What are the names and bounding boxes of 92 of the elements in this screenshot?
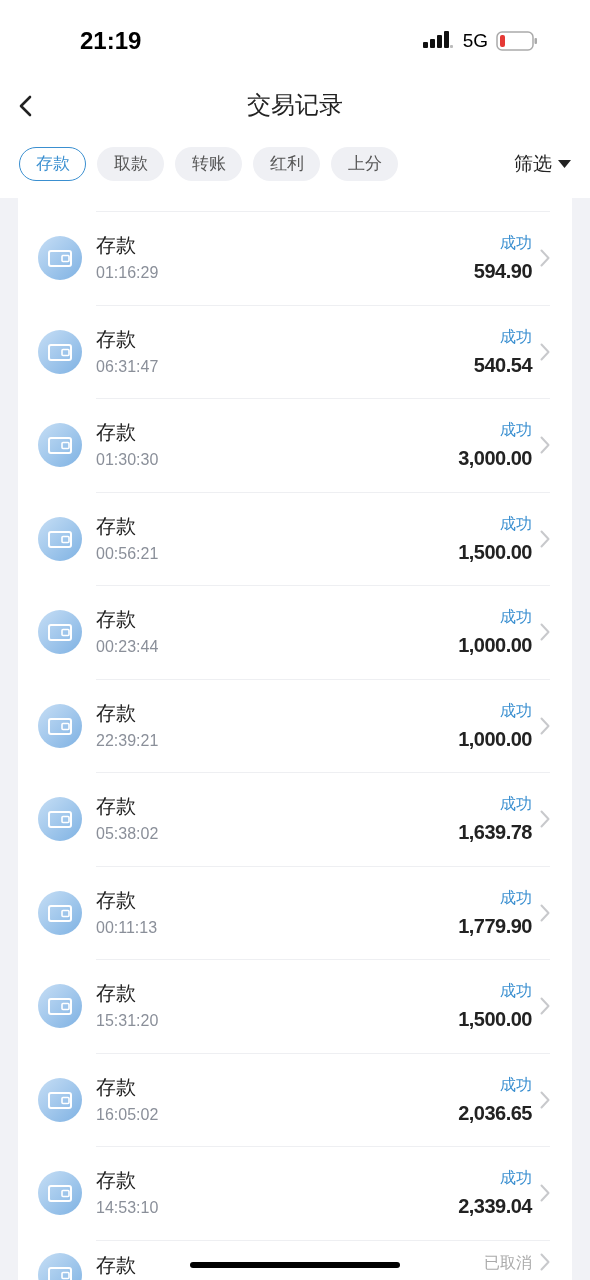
record-amount: 594.90 xyxy=(473,259,532,284)
record-type: 存款 xyxy=(96,981,137,1006)
record-status: 成功 xyxy=(500,1074,532,1095)
record-status: 成功 xyxy=(500,420,532,441)
chevron-icon xyxy=(540,716,550,735)
record-time: 00:56:21 xyxy=(96,543,159,564)
record-amount: 1,500.00 xyxy=(458,539,532,564)
record-type: 存款 xyxy=(96,887,137,912)
wallet-icon xyxy=(38,797,82,842)
record-amount: 540.54 xyxy=(473,352,532,377)
network-label: 5G xyxy=(462,28,488,53)
record-type: 存款 xyxy=(96,233,137,258)
record-status: 成功 xyxy=(500,513,532,534)
wallet-icon xyxy=(38,423,82,468)
wallet-icon xyxy=(38,984,82,1029)
record-status: 成功 xyxy=(500,794,532,815)
record-row[interactable]: 存款 01:16:29 成功 594.90 xyxy=(96,211,550,305)
chevron-icon xyxy=(540,342,550,361)
filter-button[interactable]: 筛选 xyxy=(514,149,571,179)
chevron-icon xyxy=(540,1090,550,1109)
record-status: 成功 xyxy=(500,981,532,1002)
dropdown-icon xyxy=(558,159,571,169)
record-type: 存款 xyxy=(96,326,137,351)
record-time: 05:38:02 xyxy=(96,824,159,845)
record-type: 存款 xyxy=(96,700,137,725)
back-icon[interactable] xyxy=(18,95,32,117)
record-status: 成功 xyxy=(500,326,532,347)
record-type: 存款 xyxy=(96,1252,136,1277)
record-type: 存款 xyxy=(96,420,137,445)
record-amount: 1,779.90 xyxy=(458,913,532,938)
record-status: 已取消 xyxy=(484,1252,532,1273)
chevron-icon xyxy=(540,436,550,455)
wallet-icon xyxy=(38,610,82,655)
wallet-icon xyxy=(38,516,82,561)
chevron-icon xyxy=(540,529,550,548)
record-status: 成功 xyxy=(500,700,532,721)
record-status: 成功 xyxy=(500,887,532,908)
record-row[interactable]: 存款 05:38:02 成功 1,639.78 xyxy=(96,772,550,866)
record-type: 存款 xyxy=(96,794,137,819)
record-time: 14:53:10 xyxy=(96,1198,159,1219)
filter-tab[interactable]: 取款 xyxy=(97,147,164,181)
record-row[interactable]: 存款 06:31:47 成功 540.54 xyxy=(96,304,550,398)
record-type: 存款 xyxy=(96,513,137,538)
chevron-icon xyxy=(540,249,550,268)
record-row[interactable]: 存款 01:30:30 成功 3,000.00 xyxy=(96,398,550,492)
record-amount: 2,339.04 xyxy=(458,1194,532,1219)
record-row[interactable]: 存款 14:53:10 成功 2,339.04 xyxy=(96,1146,550,1240)
record-type: 存款 xyxy=(96,1074,137,1099)
record-row[interactable]: 存款 22:39:21 成功 1,000.00 xyxy=(96,678,550,772)
wallet-icon xyxy=(38,329,82,374)
record-time: 00:11:13 xyxy=(96,917,158,938)
wallet-icon xyxy=(38,703,82,748)
record-time: 15:31:20 xyxy=(96,1011,159,1032)
chevron-icon xyxy=(540,623,550,642)
chevron-icon xyxy=(540,1184,550,1203)
record-time: 00:23:44 xyxy=(96,637,159,658)
wallet-icon xyxy=(38,1171,82,1216)
record-time: 01:16:29 xyxy=(96,263,159,284)
chevron-icon xyxy=(540,1252,550,1271)
record-time: 22:39:21 xyxy=(96,730,159,751)
filter-tab[interactable]: 转账 xyxy=(175,147,242,181)
wallet-icon xyxy=(38,236,82,281)
filter-tab[interactable]: 存款 xyxy=(19,147,86,181)
clock-time: 21:19 xyxy=(80,26,142,56)
record-row[interactable]: 存款 16:05:02 成功 2,036.65 xyxy=(96,1052,550,1146)
page-title: 交易记录 xyxy=(247,90,343,120)
chevron-icon xyxy=(540,903,550,922)
battery-icon xyxy=(496,31,538,51)
filter-tab[interactable]: 红利 xyxy=(253,147,320,181)
record-row[interactable]: 存款 00:56:21 成功 1,500.00 xyxy=(96,491,550,585)
record-amount: 1,500.00 xyxy=(458,1007,532,1032)
record-time: 06:31:47 xyxy=(96,356,159,377)
record-time: 16:05:02 xyxy=(96,1104,159,1125)
record-amount: 1,000.00 xyxy=(458,726,532,751)
record-status: 成功 xyxy=(500,233,532,254)
record-amount: 1,639.78 xyxy=(458,820,532,845)
record-time: 01:30:30 xyxy=(96,450,159,471)
record-type: 存款 xyxy=(96,607,137,632)
record-amount: 1,000.00 xyxy=(458,633,532,658)
record-amount: 3,000.00 xyxy=(458,446,532,471)
record-amount: 2,036.65 xyxy=(458,1100,532,1125)
wallet-icon xyxy=(38,1077,82,1122)
record-row[interactable]: 存款 00:11:13 成功 1,779.90 xyxy=(96,865,550,959)
record-type: 存款 xyxy=(96,1168,137,1193)
wallet-icon xyxy=(38,890,82,935)
record-row[interactable]: 存款 00:23:44 成功 1,000.00 xyxy=(96,585,550,679)
chevron-icon xyxy=(540,810,550,829)
record-status: 成功 xyxy=(500,607,532,628)
filter-tab[interactable]: 上分 xyxy=(331,147,398,181)
record-status: 成功 xyxy=(500,1168,532,1189)
record-row[interactable]: 存款 15:31:20 成功 1,500.00 xyxy=(96,959,550,1053)
chevron-icon xyxy=(540,997,550,1016)
